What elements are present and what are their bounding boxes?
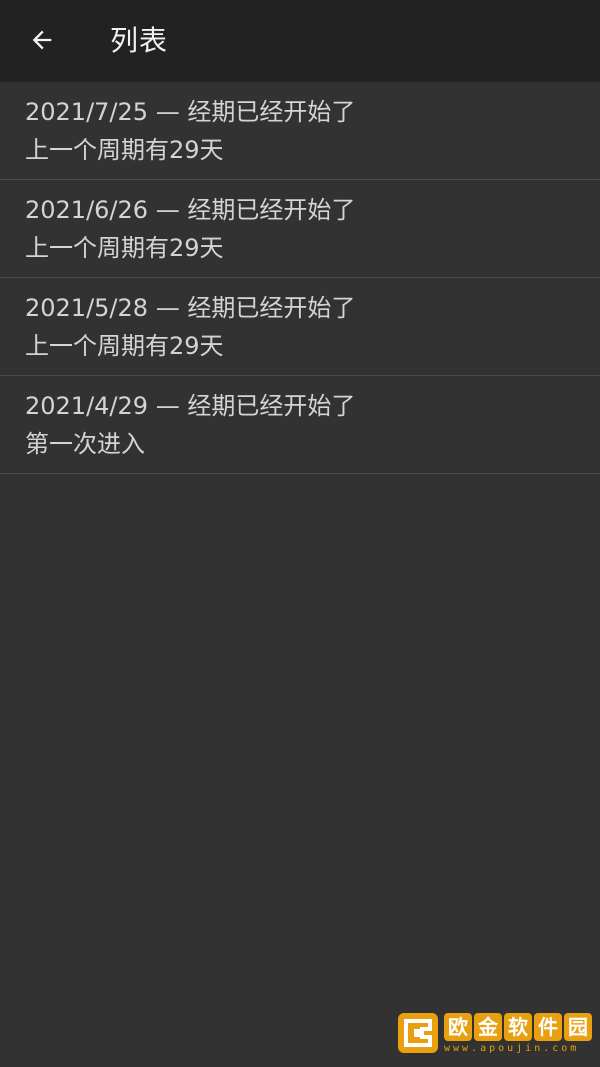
- page-title: 列表: [110, 24, 169, 57]
- watermark-char: 件: [534, 1012, 562, 1041]
- list-item-title: 2021/4/29 — 经期已经开始了: [25, 392, 356, 420]
- list-item-title: 2021/6/26 — 经期已经开始了: [25, 196, 356, 224]
- period-list: 2021/7/25 — 经期已经开始了 上一个周期有29天 2021/6/26 …: [0, 82, 600, 474]
- arrow-left-icon: [32, 30, 52, 50]
- watermark: 欧 金 软 件 园 www.apoujin.com: [396, 1007, 592, 1059]
- list-item[interactable]: 2021/5/28 — 经期已经开始了 上一个周期有29天: [0, 278, 600, 376]
- app-screen: 列表 2021/7/25 — 经期已经开始了 上一个周期有29天 2021/6/…: [0, 0, 600, 1067]
- watermark-url: www.apoujin.com: [444, 1042, 580, 1054]
- list-item-title: 2021/5/28 — 经期已经开始了: [25, 294, 356, 322]
- toolbar: 列表: [0, 0, 600, 82]
- list-item-subtitle: 第一次进入: [25, 430, 145, 458]
- watermark-texts: 欧 金 软 件 园 www.apoujin.com: [444, 1012, 592, 1054]
- list-item[interactable]: 2021/7/25 — 经期已经开始了 上一个周期有29天: [0, 82, 600, 180]
- list-item-title: 2021/7/25 — 经期已经开始了: [25, 98, 356, 126]
- watermark-char: 欧: [444, 1012, 472, 1041]
- watermark-char: 软: [504, 1012, 532, 1041]
- watermark-char: 园: [564, 1012, 592, 1041]
- list-item[interactable]: 2021/6/26 — 经期已经开始了 上一个周期有29天: [0, 180, 600, 278]
- back-button[interactable]: [22, 20, 62, 60]
- list-item[interactable]: 2021/4/29 — 经期已经开始了 第一次进入: [0, 376, 600, 474]
- list-item-subtitle: 上一个周期有29天: [25, 234, 224, 262]
- list-item-subtitle: 上一个周期有29天: [25, 332, 224, 360]
- watermark-logo-icon: [398, 1013, 438, 1053]
- list-item-subtitle: 上一个周期有29天: [25, 136, 224, 164]
- watermark-char: 金: [474, 1012, 502, 1041]
- watermark-name: 欧 金 软 件 园: [444, 1012, 592, 1041]
